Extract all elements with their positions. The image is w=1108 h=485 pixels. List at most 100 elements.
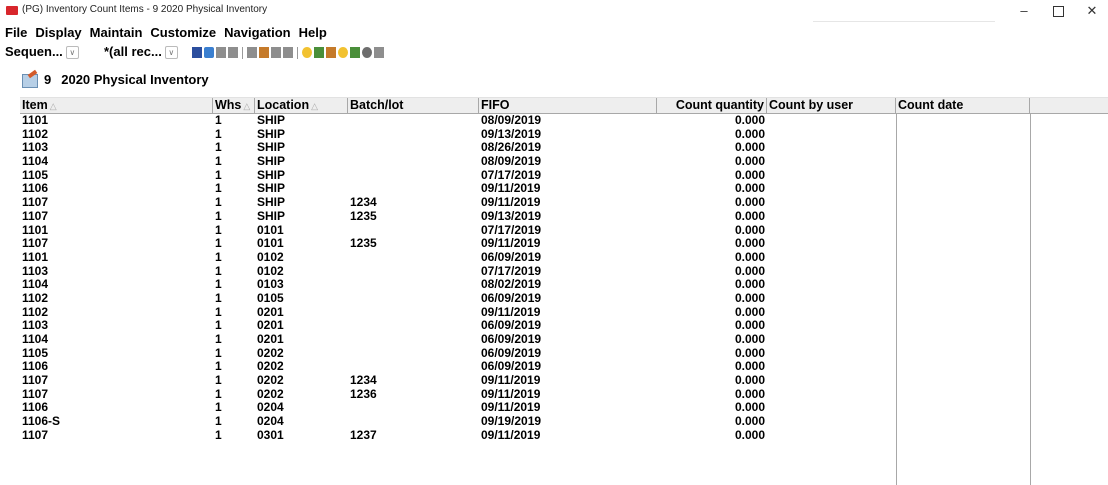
cell-count-date[interactable] [896,388,1030,402]
cell-batch-lot[interactable] [348,224,479,238]
table-row[interactable]: 1106 1 0204 09/11/2019 0.000 [20,401,1030,415]
cell-count-date[interactable] [896,319,1030,333]
table-row[interactable]: 1104 1 SHIP 08/09/2019 0.000 [20,155,1030,169]
cell-count-quantity[interactable]: 0.000 [657,210,767,224]
cell-fifo[interactable]: 09/11/2019 [479,237,657,251]
cell-fifo[interactable]: 09/11/2019 [479,182,657,196]
table-row[interactable]: 1102 1 0201 09/11/2019 0.000 [20,306,1030,320]
cell-fifo[interactable]: 09/11/2019 [479,388,657,402]
cell-whs[interactable]: 1 [213,292,255,306]
cell-count-by-user[interactable] [767,374,896,388]
cell-count-by-user[interactable] [767,360,896,374]
cell-item[interactable]: 1105 [20,169,213,183]
cell-count-date[interactable] [896,265,1030,279]
cell-count-quantity[interactable]: 0.000 [657,401,767,415]
cell-fifo[interactable]: 06/09/2019 [479,251,657,265]
cell-item[interactable]: 1101 [20,224,213,238]
cell-fifo[interactable]: 06/09/2019 [479,319,657,333]
cell-count-by-user[interactable] [767,265,896,279]
cell-item[interactable]: 1107 [20,388,213,402]
cell-count-by-user[interactable] [767,388,896,402]
cell-fifo[interactable]: 09/11/2019 [479,429,657,443]
cell-count-quantity[interactable]: 0.000 [657,333,767,347]
table-row[interactable]: 1107 1 SHIP 1234 09/11/2019 0.000 [20,196,1030,210]
cell-count-quantity[interactable]: 0.000 [657,155,767,169]
cell-location[interactable]: SHIP [255,114,348,128]
cell-item[interactable]: 1104 [20,333,213,347]
cell-count-date[interactable] [896,415,1030,429]
cell-whs[interactable]: 1 [213,196,255,210]
cell-whs[interactable]: 1 [213,251,255,265]
table-row[interactable]: 1105 1 SHIP 07/17/2019 0.000 [20,169,1030,183]
minimize-button[interactable]: – [1007,0,1041,22]
cell-whs[interactable]: 1 [213,114,255,128]
cell-whs[interactable]: 1 [213,237,255,251]
cell-fifo[interactable]: 09/11/2019 [479,196,657,210]
cell-batch-lot[interactable] [348,141,479,155]
cell-fifo[interactable]: 08/09/2019 [479,114,657,128]
cell-count-quantity[interactable]: 0.000 [657,347,767,361]
cell-count-date[interactable] [896,251,1030,265]
cell-count-by-user[interactable] [767,224,896,238]
cell-count-by-user[interactable] [767,306,896,320]
new-icon[interactable] [247,47,257,58]
grid-icon[interactable] [350,47,360,58]
cell-fifo[interactable]: 07/17/2019 [479,224,657,238]
column-header-count-quantity[interactable]: Count quantity [657,98,767,113]
cell-whs[interactable]: 1 [213,374,255,388]
cell-location[interactable]: 0101 [255,224,348,238]
cell-count-quantity[interactable]: 0.000 [657,182,767,196]
cell-location[interactable]: SHIP [255,169,348,183]
cell-batch-lot[interactable] [348,114,479,128]
cell-item[interactable]: 1106 [20,401,213,415]
cell-whs[interactable]: 1 [213,224,255,238]
cell-count-quantity[interactable]: 0.000 [657,141,767,155]
cell-count-by-user[interactable] [767,251,896,265]
cell-fifo[interactable]: 09/13/2019 [479,210,657,224]
cell-item[interactable]: 1106 [20,182,213,196]
cell-batch-lot[interactable] [348,292,479,306]
cell-count-by-user[interactable] [767,128,896,142]
table-row[interactable]: 1101 1 0102 06/09/2019 0.000 [20,251,1030,265]
cell-batch-lot[interactable]: 1234 [348,196,479,210]
cell-count-quantity[interactable]: 0.000 [657,278,767,292]
cell-location[interactable]: SHIP [255,155,348,169]
cell-fifo[interactable]: 08/02/2019 [479,278,657,292]
table-row[interactable]: 1103 1 SHIP 08/26/2019 0.000 [20,141,1030,155]
sequence-dropdown[interactable]: Sequen... ∨ [0,43,100,61]
table-row[interactable]: 1103 1 0102 07/17/2019 0.000 [20,265,1030,279]
table-row[interactable]: 1102 1 SHIP 09/13/2019 0.000 [20,128,1030,142]
menu-maintain[interactable]: Maintain [84,24,145,42]
cell-location[interactable]: SHIP [255,196,348,210]
cell-count-date[interactable] [896,306,1030,320]
cell-item[interactable]: 1101 [20,251,213,265]
print-icon[interactable] [228,47,238,58]
cell-whs[interactable]: 1 [213,306,255,320]
cell-item[interactable]: 1104 [20,155,213,169]
cell-fifo[interactable]: 09/11/2019 [479,374,657,388]
window-icon[interactable] [204,47,214,58]
cell-count-by-user[interactable] [767,169,896,183]
cell-batch-lot[interactable] [348,347,479,361]
table-row[interactable]: 1107 1 SHIP 1235 09/13/2019 0.000 [20,210,1030,224]
cell-fifo[interactable]: 06/09/2019 [479,347,657,361]
cell-whs[interactable]: 1 [213,429,255,443]
cell-count-date[interactable] [896,169,1030,183]
column-header-whs[interactable]: Whs △ [213,98,255,113]
cell-count-by-user[interactable] [767,333,896,347]
table-row[interactable]: 1107 1 0202 1236 09/11/2019 0.000 [20,388,1030,402]
cell-count-date[interactable] [896,210,1030,224]
cell-whs[interactable]: 1 [213,360,255,374]
table-row[interactable]: 1104 1 0103 08/02/2019 0.000 [20,278,1030,292]
cell-fifo[interactable]: 09/19/2019 [479,415,657,429]
cell-item[interactable]: 1107 [20,429,213,443]
table-row[interactable]: 1107 1 0202 1234 09/11/2019 0.000 [20,374,1030,388]
cell-count-by-user[interactable] [767,415,896,429]
table-row[interactable]: 1106-S 1 0204 09/19/2019 0.000 [20,415,1030,429]
cell-item[interactable]: 1107 [20,237,213,251]
tree-icon[interactable] [283,47,293,58]
tool-icon[interactable] [338,47,348,58]
cell-batch-lot[interactable]: 1235 [348,237,479,251]
cell-count-date[interactable] [896,182,1030,196]
cell-location[interactable]: 0202 [255,388,348,402]
